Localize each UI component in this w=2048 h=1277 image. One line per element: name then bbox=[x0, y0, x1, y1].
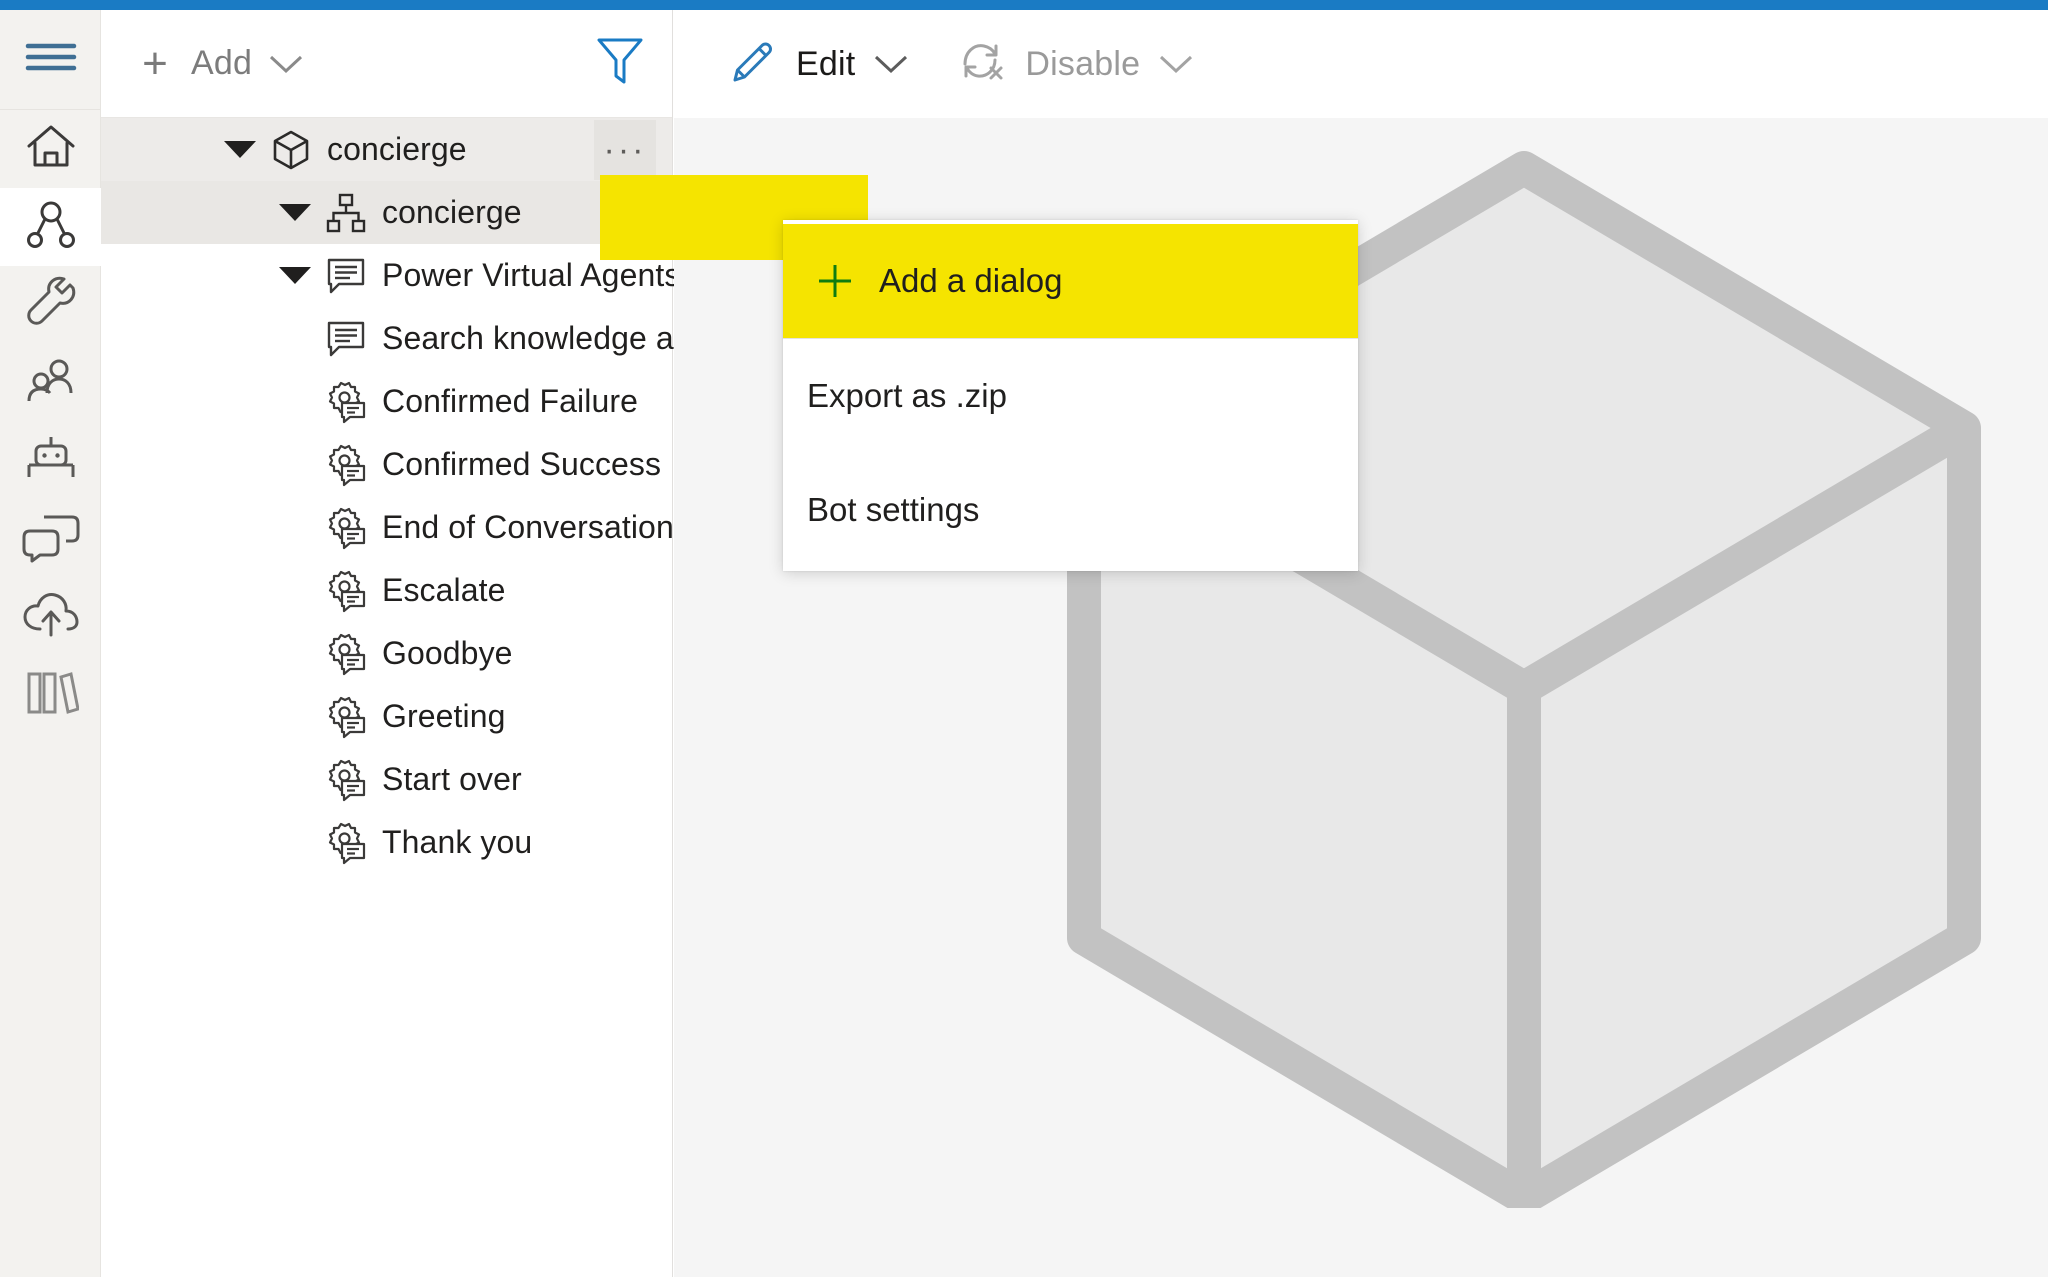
plus-icon bbox=[807, 260, 863, 302]
filter-icon bbox=[596, 35, 644, 92]
system-topic-icon bbox=[322, 821, 370, 865]
chevron-down-icon[interactable] bbox=[1158, 53, 1194, 75]
sidebar-item-topics[interactable] bbox=[0, 188, 101, 266]
tree-row-label: concierge bbox=[327, 131, 467, 167]
menu-item-label: Add a dialog bbox=[879, 262, 1063, 299]
tree-row[interactable]: Goodbye bbox=[101, 622, 672, 685]
tree-row-label: Thank you bbox=[382, 824, 533, 860]
tree-row[interactable]: concierge ··· bbox=[101, 118, 672, 181]
tree-row-label: End of Conversation bbox=[382, 509, 674, 545]
expand-collapse-twisty[interactable] bbox=[266, 204, 324, 221]
ellipsis-icon: ··· bbox=[603, 130, 647, 169]
disable-button[interactable]: Disable bbox=[937, 26, 1212, 103]
sidebar-item-publish[interactable] bbox=[0, 578, 101, 656]
add-button[interactable]: + Add bbox=[125, 36, 314, 92]
home-icon bbox=[23, 119, 79, 180]
refresh-x-icon bbox=[955, 36, 1007, 93]
plus-icon: + bbox=[142, 38, 168, 88]
edit-button-label: Edit bbox=[796, 44, 856, 83]
detail-pane: Edit Disable bbox=[674, 10, 2048, 1277]
menu-item-bot-settings[interactable]: Bot settings bbox=[783, 453, 1358, 567]
tree-row-label: Goodbye bbox=[382, 635, 513, 671]
tree-row[interactable]: Start over bbox=[101, 748, 672, 811]
hamburger-menu-button[interactable] bbox=[0, 10, 101, 110]
sidebar-item-bot[interactable] bbox=[0, 422, 101, 500]
menu-item-label: Bot settings bbox=[807, 491, 980, 528]
tree-row-label: Start over bbox=[382, 761, 522, 797]
library-icon bbox=[23, 668, 80, 723]
chat-icon bbox=[22, 511, 80, 568]
people-icon bbox=[23, 353, 79, 414]
cube-icon bbox=[267, 129, 315, 171]
system-topic-icon bbox=[322, 506, 370, 550]
filter-button[interactable] bbox=[590, 34, 650, 94]
tree-row[interactable]: Greeting bbox=[101, 685, 672, 748]
top-accent-bar bbox=[0, 0, 2048, 10]
app-root: + Add concierge ··· concierge Power Virt… bbox=[0, 0, 2048, 1277]
system-topic-icon bbox=[322, 569, 370, 613]
chevron-down-icon[interactable] bbox=[873, 53, 909, 75]
context-menu: Add a dialog Export as .zip Bot settings bbox=[783, 220, 1358, 571]
topics-tree: concierge ··· concierge Power Virtual Ag… bbox=[101, 118, 744, 874]
tree-row[interactable]: End of Conversation bbox=[101, 496, 674, 559]
system-topic-icon bbox=[322, 758, 370, 802]
tree-row[interactable]: Escalate bbox=[101, 559, 672, 622]
menu-item-add-a-dialog[interactable]: Add a dialog bbox=[783, 224, 1358, 338]
sidebar-item-entities[interactable] bbox=[0, 266, 101, 344]
system-topic-icon bbox=[322, 695, 370, 739]
expand-collapse-twisty[interactable] bbox=[211, 141, 269, 158]
tree-row-label: Confirmed Success bbox=[382, 446, 662, 482]
tree-row[interactable]: Confirmed Failure bbox=[101, 370, 672, 433]
topic-icon bbox=[322, 319, 370, 359]
topics-tree-panel: + Add concierge ··· concierge Power Virt… bbox=[101, 10, 744, 1277]
topics-icon bbox=[23, 197, 79, 258]
topic-icon bbox=[322, 256, 370, 296]
cloud-up-icon bbox=[22, 591, 80, 644]
system-topic-icon bbox=[322, 380, 370, 424]
hamburger-icon bbox=[25, 39, 77, 80]
sidebar-item-test-chat[interactable] bbox=[0, 500, 101, 578]
rail-item-list bbox=[0, 110, 101, 734]
detail-command-bar: Edit Disable bbox=[674, 10, 2048, 118]
menu-item-export-as-zip[interactable]: Export as .zip bbox=[783, 339, 1358, 453]
tree-row[interactable]: Search knowledge artic... bbox=[101, 307, 744, 370]
wrench-icon bbox=[23, 275, 79, 336]
sitemap-icon bbox=[322, 193, 370, 233]
system-topic-icon bbox=[322, 632, 370, 676]
tree-row[interactable]: Confirmed Success bbox=[101, 433, 672, 496]
edit-button[interactable]: Edit bbox=[710, 27, 927, 102]
tree-toolbar: + Add bbox=[101, 10, 672, 118]
add-button-label: Add bbox=[191, 44, 253, 82]
tree-row[interactable]: concierge bbox=[101, 181, 672, 244]
menu-item-label: Export as .zip bbox=[807, 377, 1007, 414]
tree-row[interactable]: Power Virtual Agents T... bbox=[101, 244, 732, 307]
row-more-actions-button[interactable]: ··· bbox=[594, 120, 656, 180]
disable-button-label: Disable bbox=[1025, 44, 1141, 83]
sidebar-item-library[interactable] bbox=[0, 656, 101, 734]
chevron-down-icon bbox=[268, 53, 304, 75]
left-navigation-rail bbox=[0, 10, 101, 1277]
tree-row-label: Escalate bbox=[382, 572, 506, 608]
sidebar-item-home[interactable] bbox=[0, 110, 101, 188]
tree-row-label: Confirmed Failure bbox=[382, 383, 639, 419]
expand-collapse-twisty[interactable] bbox=[266, 267, 324, 284]
tree-row-label: Greeting bbox=[382, 698, 506, 734]
tree-row[interactable]: Thank you bbox=[101, 811, 672, 874]
robot-icon bbox=[23, 431, 79, 492]
pencil-icon bbox=[728, 37, 778, 92]
system-topic-icon bbox=[322, 443, 370, 487]
sidebar-item-analytics[interactable] bbox=[0, 344, 101, 422]
tree-row-label: concierge bbox=[382, 194, 522, 230]
